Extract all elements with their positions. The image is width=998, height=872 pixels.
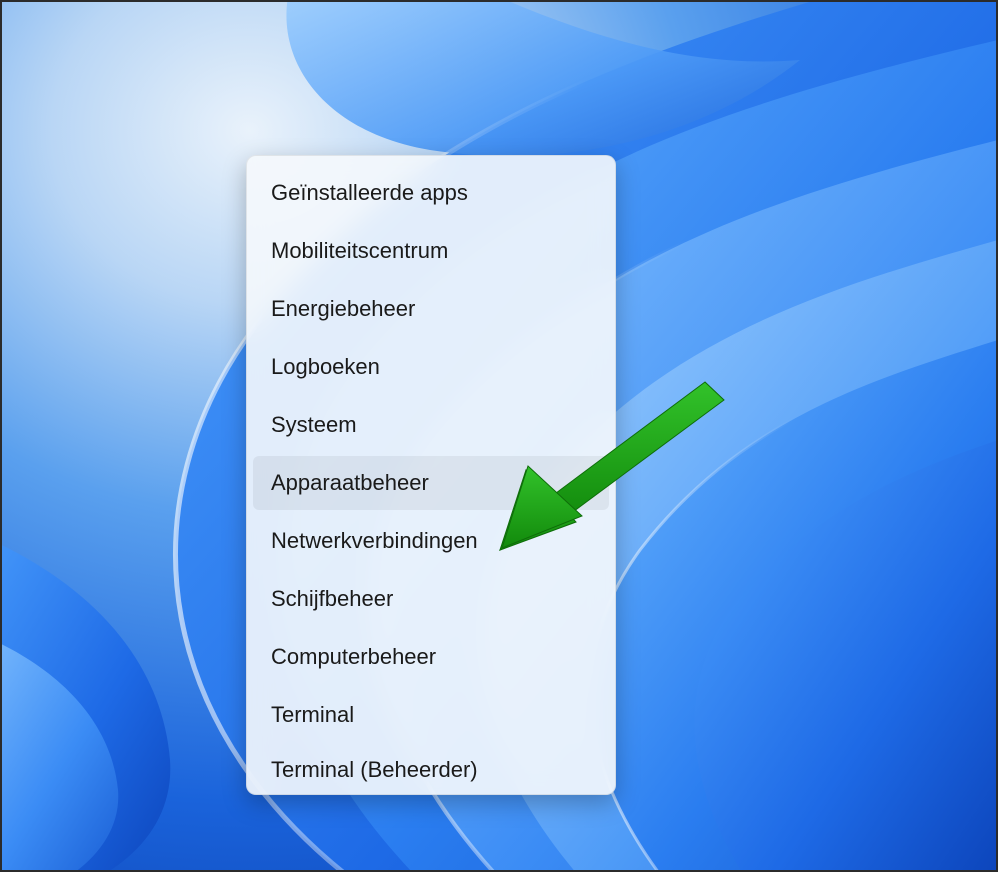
menu-item-label: Systeem bbox=[271, 412, 357, 438]
menu-item-event-viewer[interactable]: Logboeken bbox=[253, 340, 609, 394]
menu-item-label: Apparaatbeheer bbox=[271, 470, 429, 496]
menu-item-network-connections[interactable]: Netwerkverbindingen bbox=[253, 514, 609, 568]
menu-item-system[interactable]: Systeem bbox=[253, 398, 609, 452]
menu-item-terminal-admin[interactable]: Terminal (Beheerder) bbox=[253, 746, 609, 794]
menu-item-label: Mobiliteitscentrum bbox=[271, 238, 448, 264]
menu-item-terminal[interactable]: Terminal bbox=[253, 688, 609, 742]
menu-item-label: Geïnstalleerde apps bbox=[271, 180, 468, 206]
menu-item-label: Netwerkverbindingen bbox=[271, 528, 478, 554]
menu-item-mobility-center[interactable]: Mobiliteitscentrum bbox=[253, 224, 609, 278]
menu-item-label: Terminal (Beheerder) bbox=[271, 757, 478, 783]
menu-item-label: Schijfbeheer bbox=[271, 586, 393, 612]
menu-item-label: Energiebeheer bbox=[271, 296, 415, 322]
menu-item-device-manager[interactable]: Apparaatbeheer bbox=[253, 456, 609, 510]
menu-item-label: Computerbeheer bbox=[271, 644, 436, 670]
winx-context-menu[interactable]: Geïnstalleerde apps Mobiliteitscentrum E… bbox=[246, 155, 616, 795]
menu-item-computer-management[interactable]: Computerbeheer bbox=[253, 630, 609, 684]
menu-item-label: Logboeken bbox=[271, 354, 380, 380]
menu-item-disk-management[interactable]: Schijfbeheer bbox=[253, 572, 609, 626]
menu-item-installed-apps[interactable]: Geïnstalleerde apps bbox=[253, 166, 609, 220]
menu-item-label: Terminal bbox=[271, 702, 354, 728]
menu-item-power-options[interactable]: Energiebeheer bbox=[253, 282, 609, 336]
